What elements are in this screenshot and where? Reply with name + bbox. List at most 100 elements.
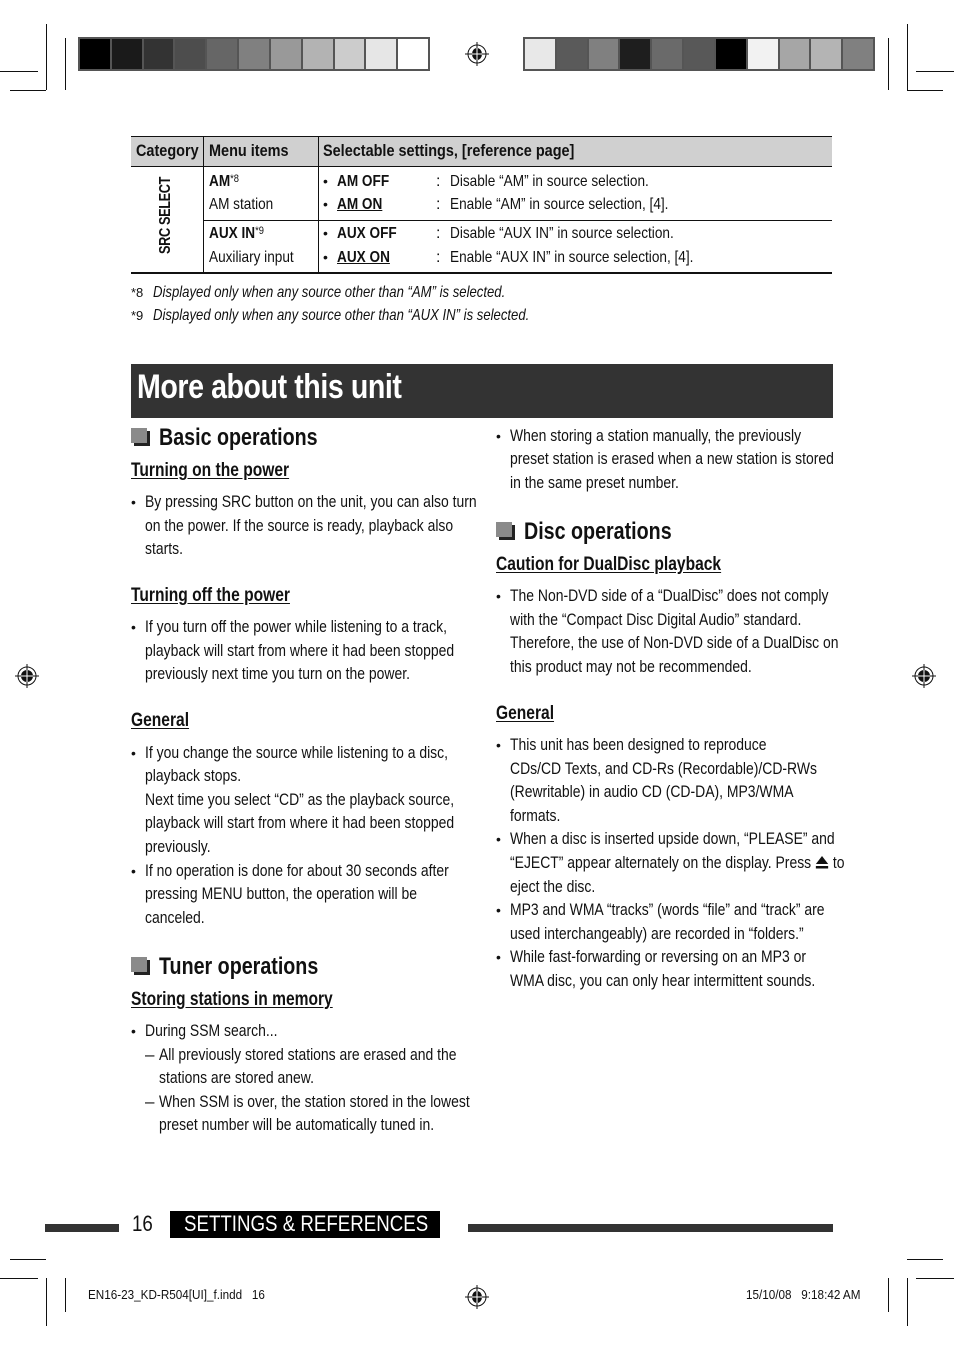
colon: : bbox=[436, 173, 441, 190]
crop-mark bbox=[65, 38, 66, 90]
text-line: preset station is erased when a new stat… bbox=[510, 449, 834, 468]
footnote-ref: *9 bbox=[255, 225, 264, 237]
heading-basic-operations: Basic operations bbox=[159, 424, 318, 451]
footnote-ref: *8 bbox=[230, 173, 240, 185]
color-swatch bbox=[588, 39, 619, 69]
color-swatch bbox=[111, 39, 142, 69]
text-line: preset number will be automatically tune… bbox=[159, 1115, 435, 1134]
colon: : bbox=[436, 225, 441, 242]
setting-aux-on-default: AUX ON bbox=[337, 249, 390, 266]
text-line: While fast-forwarding or reversing on an… bbox=[510, 947, 806, 966]
color-swatch bbox=[620, 39, 651, 69]
registration-mark-icon bbox=[465, 42, 489, 66]
color-swatch bbox=[366, 39, 397, 69]
color-swatch bbox=[747, 39, 778, 69]
crop-mark bbox=[46, 24, 47, 90]
text-line: playback will start from where it had be… bbox=[145, 813, 455, 832]
crop-mark bbox=[907, 1259, 943, 1260]
bullet: • bbox=[496, 902, 501, 918]
setting-am-on-desc: Enable “AM” in source selection, [4]. bbox=[450, 196, 669, 213]
crop-mark bbox=[916, 1278, 954, 1279]
settings-table: Category Menu items Selectable settings,… bbox=[131, 136, 832, 274]
text-line: on the power. If the source is ready, pl… bbox=[145, 516, 454, 535]
bullet: • bbox=[131, 745, 136, 761]
text-line: this product may not be recommended. bbox=[510, 657, 752, 676]
bullet: • bbox=[131, 863, 136, 879]
setting-am-off: AM OFF bbox=[337, 173, 390, 190]
color-swatch bbox=[239, 39, 269, 69]
eject-icon bbox=[815, 856, 829, 869]
subheading-turning-on: Turning on the power bbox=[131, 460, 290, 481]
text-line: Therefore, the use of Non-DVD side of a … bbox=[510, 633, 839, 652]
header-selectable-settings: Selectable settings, [reference page] bbox=[323, 141, 575, 160]
text-line: with the “Compact Disc Digital Audio” st… bbox=[510, 610, 802, 629]
text-line: When a disc is inserted upside down, “PL… bbox=[510, 829, 835, 848]
color-swatch bbox=[80, 39, 110, 69]
crop-mark bbox=[907, 1278, 908, 1326]
footer-rule-left bbox=[45, 1224, 119, 1232]
crop-mark bbox=[907, 90, 943, 91]
color-swatch bbox=[779, 39, 810, 69]
setting-aux-off: AUX OFF bbox=[337, 225, 397, 242]
color-calibration-bar-right bbox=[523, 37, 875, 71]
print-timestamp: 15/10/08 9:18:42 AM bbox=[746, 1287, 861, 1302]
footnote-8: Displayed only when any source other tha… bbox=[153, 284, 506, 301]
crop-mark bbox=[0, 1278, 38, 1279]
text-line: If you change the source while listening… bbox=[145, 743, 448, 762]
ssm-lead: During SSM search... bbox=[145, 1021, 278, 1040]
text-line: “EJECT” appear alternately on the displa… bbox=[510, 853, 845, 872]
heading-tuner-operations: Tuner operations bbox=[159, 953, 319, 980]
crop-mark bbox=[907, 24, 908, 90]
bullet: • bbox=[496, 588, 501, 604]
text-line: If no operation is done for about 30 sec… bbox=[145, 861, 449, 880]
text-line: When SSM is over, the station stored in … bbox=[159, 1092, 470, 1111]
color-swatch bbox=[843, 39, 873, 69]
setting-am-on-default: AM ON bbox=[337, 196, 383, 213]
text-line: Next time you select “CD” as the playbac… bbox=[145, 790, 455, 809]
bullet: • bbox=[131, 1023, 136, 1039]
color-swatch bbox=[334, 39, 365, 69]
crop-mark bbox=[46, 1278, 47, 1326]
text-line: eject the disc. bbox=[510, 877, 596, 896]
section-square-icon bbox=[496, 522, 516, 540]
header-menu-items: Menu items bbox=[209, 141, 289, 160]
bullet: • bbox=[131, 494, 136, 510]
crop-mark bbox=[888, 38, 889, 90]
section-square-icon bbox=[131, 428, 151, 446]
text-line: (Rewritable) in audio CD (CD-DA), MP3/WM… bbox=[510, 782, 794, 801]
file-info: EN16-23_KD-R504[UI]_f.indd 16 bbox=[88, 1287, 265, 1302]
menu-item-am-desc: AM station bbox=[209, 196, 274, 213]
color-swatch bbox=[143, 39, 174, 69]
header-category: Category bbox=[136, 141, 199, 160]
text-line: previously next time you turn on the pow… bbox=[145, 664, 411, 683]
crop-mark bbox=[10, 1259, 46, 1260]
text-line: starts. bbox=[145, 539, 183, 558]
text-line: CDs/CD Texts, and CD-Rs (Recordable)/CD-… bbox=[510, 759, 818, 778]
text-line: WMA disc, you can only hear intermittent… bbox=[510, 971, 816, 990]
menu-item-aux-in-desc: Auxiliary input bbox=[209, 249, 294, 266]
bullet: • bbox=[496, 949, 501, 965]
page-number: 16 bbox=[132, 1211, 153, 1236]
bullet: • bbox=[496, 737, 501, 753]
text-line: in the same preset number. bbox=[510, 473, 679, 492]
color-swatch bbox=[652, 39, 683, 69]
crop-mark bbox=[0, 71, 38, 72]
text-line: stations are stored anew. bbox=[159, 1068, 314, 1087]
registration-mark-icon bbox=[465, 1285, 489, 1309]
dash: – bbox=[145, 1045, 155, 1064]
setting-am-off-desc: Disable “AM” in source selection. bbox=[450, 173, 649, 190]
color-swatch bbox=[207, 39, 238, 69]
dash: – bbox=[145, 1092, 155, 1111]
crop-mark bbox=[10, 90, 46, 91]
banner-title: More about this unit bbox=[137, 368, 402, 406]
color-calibration-bar-left bbox=[78, 37, 430, 71]
category-src-select: SRC SELECT bbox=[157, 176, 174, 254]
bullet: • bbox=[323, 196, 328, 212]
crop-mark bbox=[888, 1278, 889, 1312]
setting-aux-on-desc: Enable “AUX IN” in source selection, [4]… bbox=[450, 249, 694, 266]
subheading-general-right: General bbox=[496, 703, 555, 724]
text-line: used interchangeably) are recorded in “f… bbox=[510, 924, 804, 943]
menu-item-aux-in: AUX IN*9 bbox=[209, 225, 264, 242]
text-line: formats. bbox=[510, 806, 561, 825]
text-line: pressing MENU button, the operation will… bbox=[145, 884, 417, 903]
